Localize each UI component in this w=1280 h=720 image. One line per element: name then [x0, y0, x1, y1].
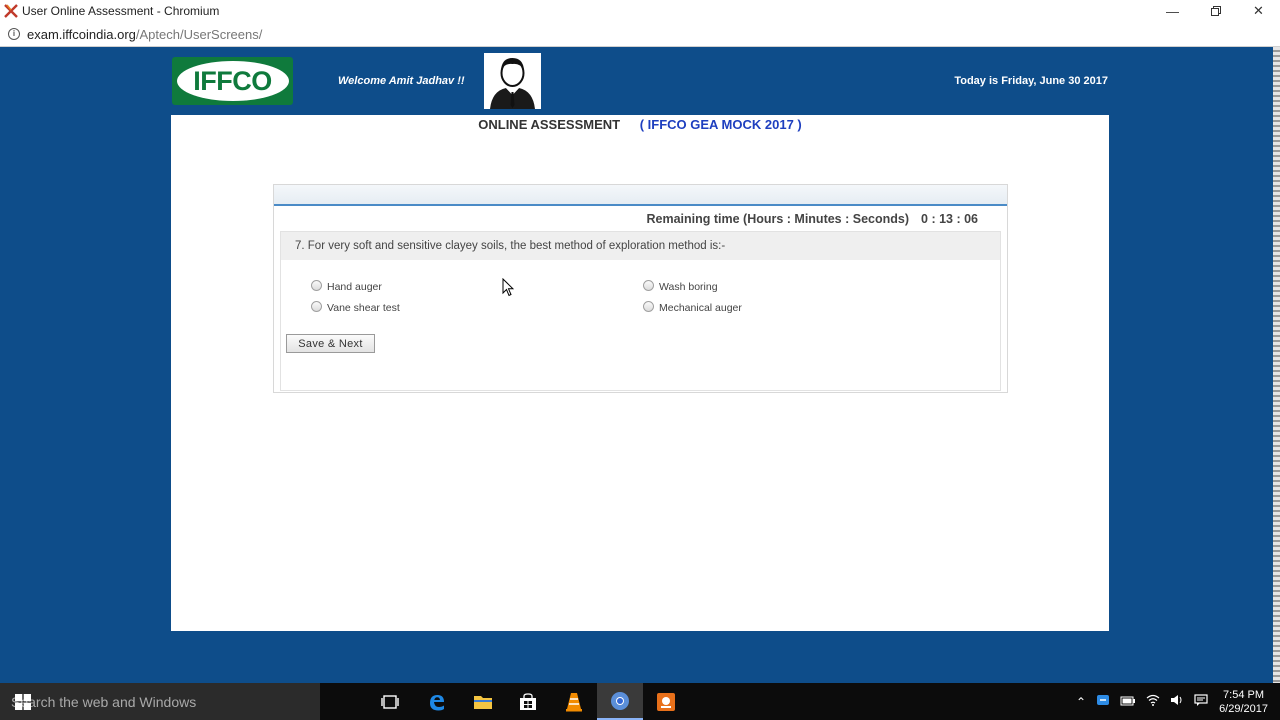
network-sync-icon[interactable]	[1096, 694, 1110, 709]
radio-button[interactable]	[643, 279, 654, 291]
option-vane-shear-test[interactable]: Vane shear test	[311, 300, 400, 314]
welcome-text: Welcome Amit Jadhav !!	[338, 75, 465, 87]
presentation-app-icon[interactable]	[643, 683, 689, 720]
radio-button[interactable]	[311, 279, 322, 291]
info-icon[interactable]: i	[8, 28, 20, 40]
question-box: Remaining time (Hours : Minutes : Second…	[273, 184, 1008, 393]
address-bar[interactable]: i exam.iffcoindia.org/Aptech/UserScreens…	[0, 22, 1280, 47]
edge-browser-icon[interactable]	[414, 683, 460, 720]
user-avatar	[484, 53, 541, 109]
save-next-button[interactable]: Save & Next	[286, 334, 375, 353]
clock-date: 6/29/2017	[1219, 702, 1268, 715]
system-tray: ⌃ 7:54 PM 6/29/2017	[1071, 683, 1280, 720]
question-text: 7. For very soft and sensitive clayey so…	[281, 232, 1000, 260]
timer-value: 0 : 13 : 06	[921, 212, 978, 226]
chromium-taskbar-icon[interactable]	[597, 683, 643, 720]
page-title: ONLINE ASSESSMENT	[478, 117, 621, 132]
chevron-up-icon[interactable]: ⌃	[1076, 695, 1086, 709]
option-label: Wash boring	[659, 281, 718, 293]
notifications-icon[interactable]	[1194, 694, 1208, 709]
wifi-icon[interactable]	[1146, 694, 1160, 709]
option-label: Vane shear test	[327, 302, 400, 314]
file-explorer-icon[interactable]	[460, 683, 506, 720]
url-text[interactable]: exam.iffcoindia.org/Aptech/UserScreens/	[27, 27, 262, 42]
exam-name: ( IFFCO GEA MOCK 2017 )	[639, 117, 802, 132]
option-hand-auger[interactable]: Hand auger	[311, 279, 382, 293]
mouse-cursor-icon	[502, 278, 514, 297]
battery-icon[interactable]	[1120, 695, 1136, 709]
vlc-icon[interactable]	[551, 683, 597, 720]
option-label: Mechanical auger	[659, 302, 742, 314]
logo-text: IFFCO	[193, 65, 272, 96]
taskbar: Search the web and Windows ⌃ 7:54 PM 6/2…	[0, 683, 1280, 720]
close-window-button[interactable]: ✕	[1237, 0, 1280, 22]
page-scrollbar[interactable]	[1273, 47, 1280, 683]
minimize-button[interactable]: —	[1151, 0, 1194, 22]
url-path: /Aptech/UserScreens/	[135, 26, 263, 42]
task-view-icon[interactable]	[367, 683, 413, 720]
windows-icon	[14, 693, 31, 710]
main-panel: ONLINE ASSESSMENT ( IFFCO GEA MOCK 2017 …	[171, 115, 1109, 631]
url-host: exam.iffcoindia.org	[27, 26, 136, 42]
window-titlebar: User Online Assessment - Chromium — ✕	[0, 0, 1280, 22]
store-icon[interactable]	[505, 683, 551, 720]
question-box-header	[274, 185, 1007, 206]
option-wash-boring[interactable]: Wash boring	[643, 279, 718, 293]
clock-time: 7:54 PM	[1223, 688, 1265, 701]
radio-button[interactable]	[311, 300, 322, 312]
chromium-app-icon	[4, 4, 18, 18]
restore-button[interactable]	[1194, 0, 1237, 22]
date-text: Today is Friday, June 30 2017	[954, 75, 1108, 87]
option-label: Hand auger	[327, 281, 382, 293]
page-heading: ONLINE ASSESSMENT ( IFFCO GEA MOCK 2017 …	[171, 117, 1109, 132]
taskbar-clock[interactable]: 7:54 PM 6/29/2017	[1219, 688, 1268, 716]
iffco-logo: IFFCO	[172, 57, 293, 105]
question-content: 7. For very soft and sensitive clayey so…	[280, 231, 1001, 391]
remaining-time: Remaining time (Hours : Minutes : Second…	[646, 212, 978, 226]
window-title: User Online Assessment - Chromium	[22, 4, 220, 18]
start-button[interactable]	[0, 683, 45, 720]
option-mechanical-auger[interactable]: Mechanical auger	[643, 300, 742, 314]
timer-label: Remaining time (Hours : Minutes : Second…	[646, 212, 910, 226]
volume-icon[interactable]	[1170, 694, 1184, 709]
radio-button[interactable]	[643, 300, 654, 312]
taskbar-search-box[interactable]: Search the web and Windows	[0, 683, 320, 720]
